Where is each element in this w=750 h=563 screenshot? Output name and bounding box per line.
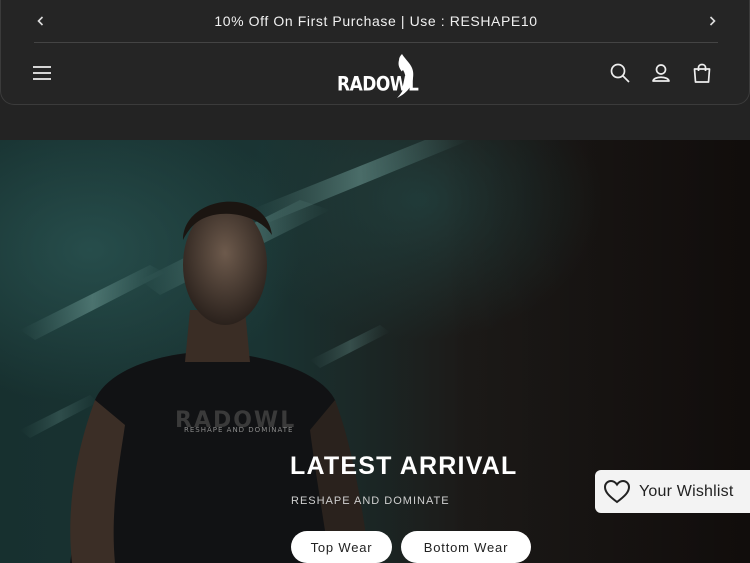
announcement-bar: 10% Off On First Purchase | Use : RESHAP… xyxy=(1,0,750,41)
cart-icon xyxy=(693,63,711,83)
bottom-wear-button[interactable]: Bottom Wear xyxy=(401,531,531,563)
logo-wordmark: RADOWL xyxy=(337,73,419,96)
main-nav: RADOWL xyxy=(1,43,750,105)
hero-subtitle: RESHAPE AND DOMINATE xyxy=(291,495,450,507)
chevron-right-icon xyxy=(709,16,716,26)
announcement-prev-button[interactable] xyxy=(29,9,53,33)
announcement-next-button[interactable] xyxy=(700,9,724,33)
top-wear-button[interactable]: Top Wear xyxy=(291,531,392,563)
heart-icon xyxy=(603,479,631,503)
hero-title: LATEST ARRIVAL xyxy=(290,452,518,480)
menu-button[interactable] xyxy=(27,58,57,88)
search-button[interactable] xyxy=(605,58,635,88)
menu-icon xyxy=(33,66,51,80)
search-icon xyxy=(610,63,630,83)
cart-button[interactable] xyxy=(687,58,717,88)
account-icon xyxy=(652,64,670,82)
header-spacer xyxy=(0,105,750,140)
announcement-text[interactable]: 10% Off On First Purchase | Use : RESHAP… xyxy=(214,13,537,29)
wishlist-label: Your Wishlist xyxy=(639,482,734,500)
site-logo[interactable]: RADOWL xyxy=(333,48,423,100)
account-button[interactable] xyxy=(646,58,676,88)
wishlist-button[interactable]: Your Wishlist xyxy=(595,470,750,513)
site-header: 10% Off On First Purchase | Use : RESHAP… xyxy=(0,0,750,105)
svg-text:RESHAPE AND DOMINATE: RESHAPE AND DOMINATE xyxy=(184,426,293,434)
chevron-left-icon xyxy=(37,16,44,26)
